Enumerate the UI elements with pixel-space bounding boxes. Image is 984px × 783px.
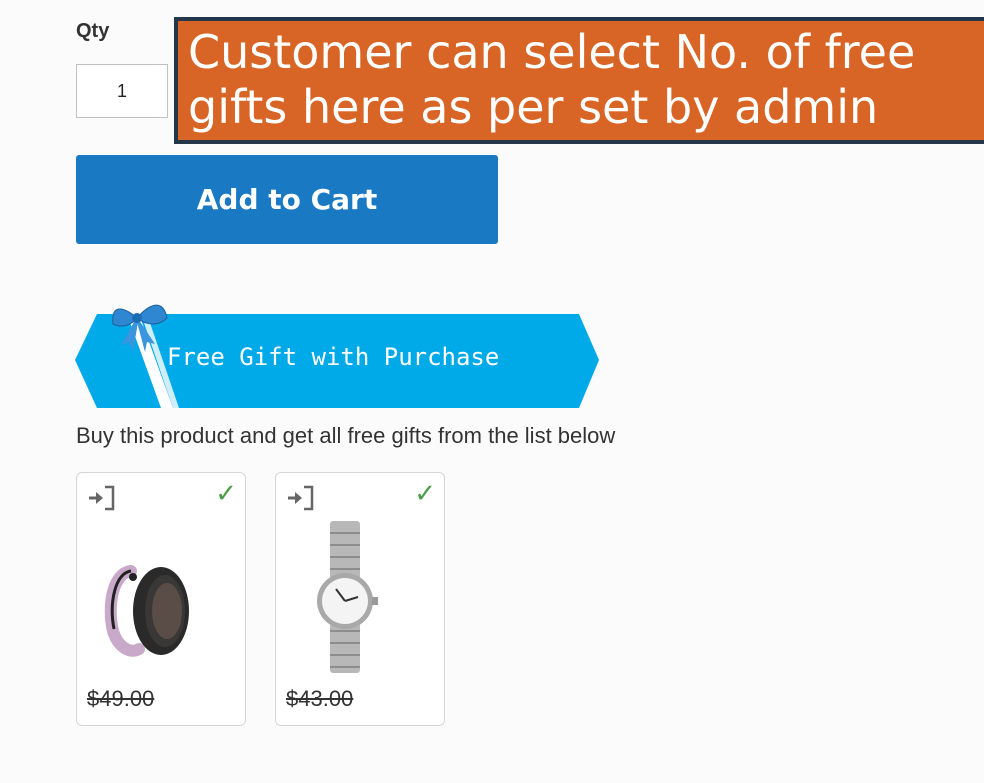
annotation-callout: Customer can select No. of free gifts he…: [174, 17, 984, 144]
sign-in-icon[interactable]: [286, 485, 316, 511]
free-gift-banner-text: Free Gift with Purchase: [167, 343, 500, 371]
add-to-cart-button[interactable]: Add to Cart: [76, 155, 498, 244]
free-gift-description: Buy this product and get all free gifts …: [76, 423, 616, 448]
annotation-line-2: gifts here as per set by admin: [188, 80, 879, 134]
check-icon: ✓: [215, 479, 237, 509]
gift-price: $43.00: [286, 686, 354, 711]
gift-card[interactable]: ✓ $43.00: [275, 472, 445, 726]
gift-card[interactable]: ✓ $49.00: [76, 472, 246, 726]
check-icon: ✓: [414, 479, 436, 509]
sport-watch-image: [104, 565, 189, 657]
free-gift-banner: Free Gift with Purchase: [75, 296, 599, 410]
qty-input[interactable]: [76, 64, 168, 118]
sign-in-icon[interactable]: [87, 485, 117, 511]
qty-label: Qty: [76, 20, 110, 42]
annotation-line-1: Customer can select No. of free: [188, 25, 916, 79]
gift-price: $49.00: [87, 686, 155, 711]
steel-watch-image: [317, 521, 378, 673]
